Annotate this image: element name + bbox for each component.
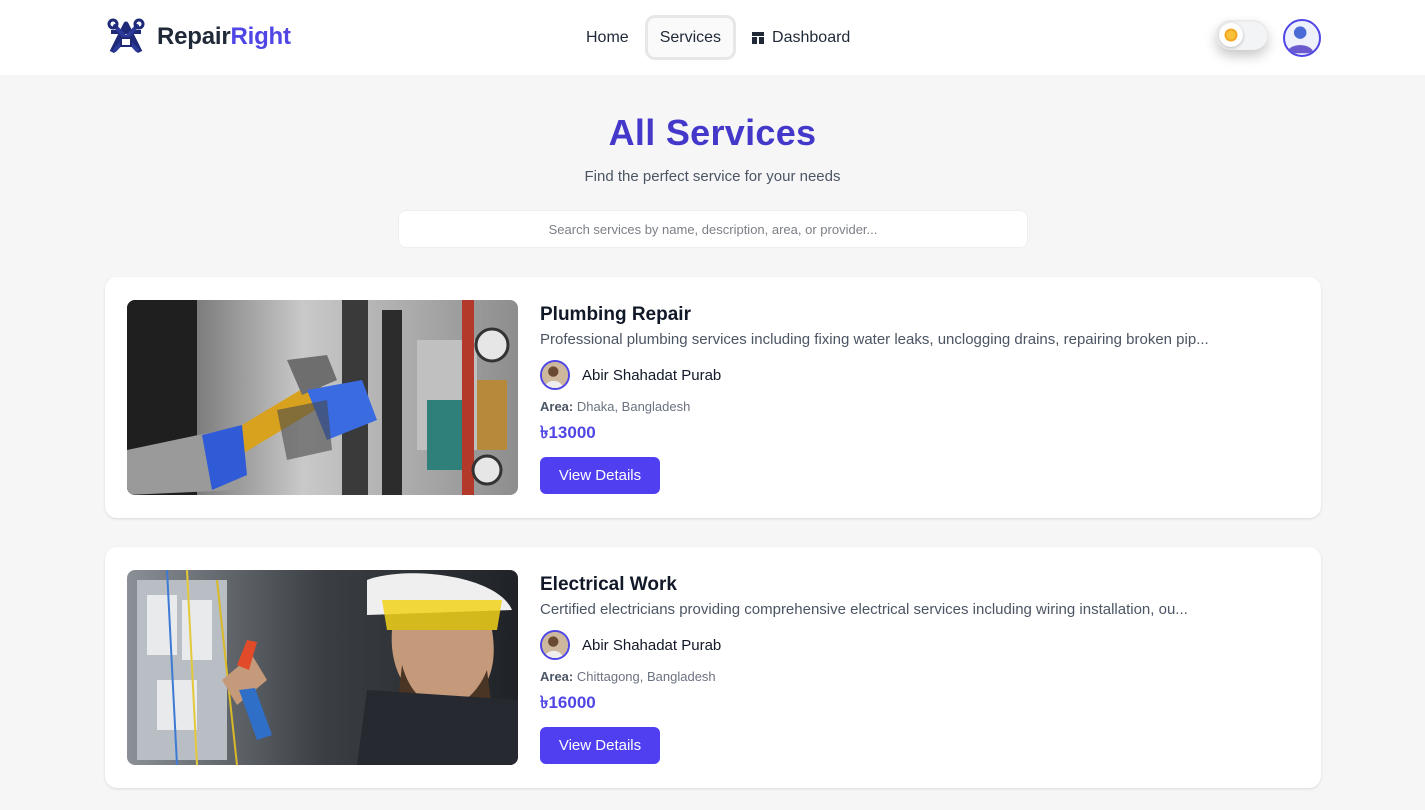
service-card: Electrical Work Certified electricians p… bbox=[105, 547, 1321, 788]
user-avatar-icon[interactable] bbox=[1283, 19, 1321, 57]
service-price: ৳16000 bbox=[540, 693, 596, 712]
theme-toggle[interactable] bbox=[1216, 20, 1268, 50]
provider-name: Abir Shahadat Purab bbox=[582, 366, 722, 384]
provider-name: Abir Shahadat Purab bbox=[582, 636, 722, 654]
repair-tools-logo-icon bbox=[107, 18, 145, 54]
search-input[interactable] bbox=[398, 210, 1028, 248]
service-card-body: Electrical Work Certified electricians p… bbox=[540, 574, 1300, 764]
provider-avatar-icon bbox=[542, 362, 568, 388]
brand-name: RepairRight bbox=[157, 23, 291, 51]
nav-home-label: Home bbox=[586, 28, 629, 46]
user-silhouette-icon bbox=[1286, 26, 1314, 54]
service-card: Plumbing Repair Professional plumbing se… bbox=[105, 277, 1321, 518]
service-description: Certified electricians providing compreh… bbox=[540, 601, 1188, 618]
service-area: Area: Dhaka, Bangladesh bbox=[540, 399, 1300, 415]
provider-avatar bbox=[540, 360, 570, 390]
nav-home-link[interactable]: Home bbox=[574, 15, 641, 60]
nav-dashboard-link[interactable]: Dashboard bbox=[740, 15, 862, 60]
nav-links: Home Services Dashboard bbox=[574, 15, 862, 60]
service-title: Electrical Work bbox=[540, 574, 677, 595]
area-value: Chittagong, Bangladesh bbox=[576, 669, 716, 684]
page-title: All Services bbox=[608, 112, 817, 153]
dashboard-icon bbox=[752, 31, 765, 44]
toggle-knob bbox=[1219, 23, 1243, 47]
brand-name-part2: Right bbox=[230, 23, 292, 50]
area-value: Dhaka, Bangladesh bbox=[576, 399, 691, 414]
area-label: Area: bbox=[540, 669, 574, 684]
provider-avatar-icon bbox=[542, 632, 568, 658]
page-subtitle: Find the perfect service for your needs bbox=[584, 168, 841, 185]
brand-logo[interactable]: RepairRight bbox=[107, 18, 291, 56]
nav-dashboard-label: Dashboard bbox=[772, 28, 851, 46]
plumber-wrench-photo bbox=[127, 300, 518, 495]
service-card-body: Plumbing Repair Professional plumbing se… bbox=[540, 304, 1300, 494]
service-area: Area: Chittagong, Bangladesh bbox=[540, 669, 1300, 685]
service-title: Plumbing Repair bbox=[540, 304, 691, 325]
service-description: Professional plumbing services including… bbox=[540, 331, 1209, 348]
provider-avatar bbox=[540, 630, 570, 660]
electrician-photo bbox=[127, 570, 518, 765]
provider-info: Abir Shahadat Purab bbox=[540, 630, 1300, 660]
provider-info: Abir Shahadat Purab bbox=[540, 360, 1300, 390]
view-details-button[interactable]: View Details bbox=[540, 457, 660, 494]
nav-services-link[interactable]: Services bbox=[644, 15, 737, 60]
area-label: Area: bbox=[540, 399, 574, 414]
navbar: RepairRight Home Services Dashboard bbox=[0, 0, 1425, 75]
brand-name-part1: Repair bbox=[157, 23, 231, 50]
service-price: ৳13000 bbox=[540, 423, 596, 442]
view-details-button[interactable]: View Details bbox=[540, 727, 660, 764]
nav-services-label: Services bbox=[659, 28, 722, 46]
sun-icon bbox=[1224, 28, 1238, 42]
